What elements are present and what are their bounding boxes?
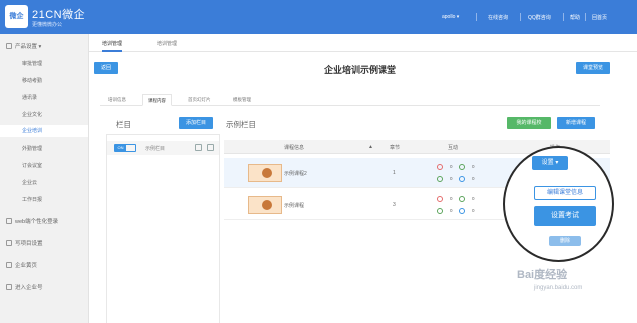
sidebar-group-web-login[interactable]: web端个性化登录 — [6, 217, 58, 225]
watermark-logo: Bai度经验 — [517, 269, 568, 281]
tab-training-info[interactable]: 培训信息 — [108, 97, 126, 103]
like-count: 0 — [450, 196, 453, 201]
like-count: 0 — [450, 164, 453, 169]
comment-icon — [459, 196, 465, 202]
top-header-bar: 微企 21CN微企 更懂微微办公 apollo ▾ 在线咨询 QQ群咨询 帮助 … — [0, 0, 637, 34]
edit-course-info-option[interactable]: 编辑课堂信息 — [534, 186, 596, 200]
comment-count: 0 — [472, 164, 475, 169]
sidebar-group-project[interactable]: 写项目设置 — [6, 239, 43, 247]
comment-count: 0 — [472, 196, 475, 201]
user-menu[interactable]: apollo ▾ — [442, 14, 459, 20]
sidebar-item-approval[interactable]: 审批管理 — [22, 60, 42, 67]
like-icon — [437, 164, 443, 170]
help-link[interactable]: 帮助 — [570, 14, 580, 21]
left-section-title: 栏目 — [116, 120, 131, 129]
new-course-button[interactable]: 新增课程 — [557, 117, 595, 129]
column-toggle[interactable]: ON — [114, 144, 136, 152]
nav-divider — [476, 13, 477, 21]
tab-course-content[interactable]: 课程内容 — [142, 94, 172, 106]
sidebar-group-product[interactable]: 产品设置 ▾ — [6, 42, 41, 50]
tab-training-manage[interactable]: 培训管理 — [102, 40, 123, 52]
course-thumbnail — [248, 196, 282, 214]
sidebar-item-culture[interactable]: 企业文化 — [22, 111, 42, 118]
add-column-button[interactable]: 添加栏目 — [179, 117, 213, 129]
edit-icon[interactable] — [195, 144, 202, 151]
back-button[interactable]: 返回 — [94, 62, 118, 74]
column-list: ON 示例栏目 — [106, 134, 220, 323]
column-name: 示例栏目 — [145, 146, 166, 152]
course-chapters: 3 — [393, 202, 396, 208]
col-chapters: 章节 — [390, 145, 401, 151]
sidebar-item-daily[interactable]: 工作日报 — [22, 196, 42, 203]
page-title: 企业培训示例课堂 — [323, 65, 396, 75]
view-icon — [459, 208, 465, 214]
course-name[interactable]: 示例课程2 — [284, 170, 307, 177]
yellowpages-icon — [6, 262, 12, 268]
home-link[interactable]: 回首页 — [592, 14, 607, 21]
view-icon — [459, 176, 465, 182]
share-icon — [437, 176, 443, 182]
like-icon — [437, 196, 443, 202]
course-name[interactable]: 示例课程 — [284, 202, 304, 209]
brand-name: 21CN微企 — [32, 9, 86, 21]
settings-dropdown[interactable]: 设置 ▾ — [532, 156, 568, 170]
sidebar-item-attendance[interactable]: 移动考勤 — [22, 77, 42, 84]
watermark-url: jingyan.baidu.com — [534, 285, 583, 291]
sidebar: 产品设置 ▾ 审批管理 移动考勤 通讯录 企业文化 企业培训 外勤管理 订会议室… — [0, 34, 89, 323]
enter-icon — [6, 284, 12, 290]
project-icon — [6, 240, 12, 246]
sort-icon[interactable]: ▲ — [368, 144, 373, 150]
column-row[interactable]: ON 示例栏目 — [107, 141, 219, 155]
tab-home-slides[interactable]: 首页幻灯片 — [188, 97, 211, 103]
sidebar-item-training[interactable]: 企业培训 — [0, 125, 88, 137]
delete-option[interactable]: 删除 — [549, 236, 581, 246]
view-count: 0 — [472, 208, 475, 213]
logo-icon: 微企 — [5, 5, 28, 28]
nav-divider — [585, 13, 586, 21]
preview-button[interactable]: 课堂预览 — [576, 62, 610, 74]
share-count: 0 — [450, 176, 453, 181]
nav-divider — [520, 13, 521, 21]
sidebar-item-cloud[interactable]: 企业云 — [22, 179, 37, 186]
settings-icon — [6, 43, 12, 49]
nav-divider — [563, 13, 564, 21]
course-thumbnail — [248, 164, 282, 182]
tab-templates[interactable]: 模板管理 — [233, 97, 251, 103]
sidebar-item-contacts[interactable]: 通讯录 — [22, 94, 37, 101]
comment-icon — [459, 164, 465, 170]
course-chapters: 1 — [393, 170, 396, 176]
col-interaction: 互动 — [448, 145, 459, 151]
my-courses-button[interactable]: 我的课程校 — [507, 117, 551, 129]
sidebar-item-field[interactable]: 外勤管理 — [22, 145, 42, 152]
sidebar-item-meeting[interactable]: 订会议室 — [22, 162, 42, 169]
sidebar-group-enter[interactable]: 进入企业号 — [6, 283, 43, 291]
content-tabs: 培训信息 课程内容 首页幻灯片 模板管理 — [100, 92, 600, 106]
share-count: 0 — [450, 208, 453, 213]
online-consult-link[interactable]: 在线咨询 — [488, 14, 508, 21]
qq-group-link[interactable]: QQ群咨询 — [528, 14, 551, 21]
sidebar-group-yellowpages[interactable]: 企业黄页 — [6, 261, 37, 269]
right-section-title: 示例栏目 — [226, 120, 256, 129]
view-count: 0 — [472, 176, 475, 181]
top-tabs: 培训管理 培训管理 — [89, 34, 637, 52]
web-icon — [6, 218, 12, 224]
share-icon — [437, 208, 443, 214]
brand-slogan: 更懂微微办公 — [32, 22, 63, 28]
set-exam-option[interactable]: 设置考试 — [534, 206, 596, 226]
tab-training-manage-2[interactable]: 培训管理 — [157, 40, 177, 47]
zoom-highlight: 设置 ▾ 编辑课堂信息 设置考试 删除 — [503, 146, 614, 262]
delete-icon[interactable] — [207, 144, 214, 151]
col-course-info: 课程信息 — [284, 145, 305, 151]
